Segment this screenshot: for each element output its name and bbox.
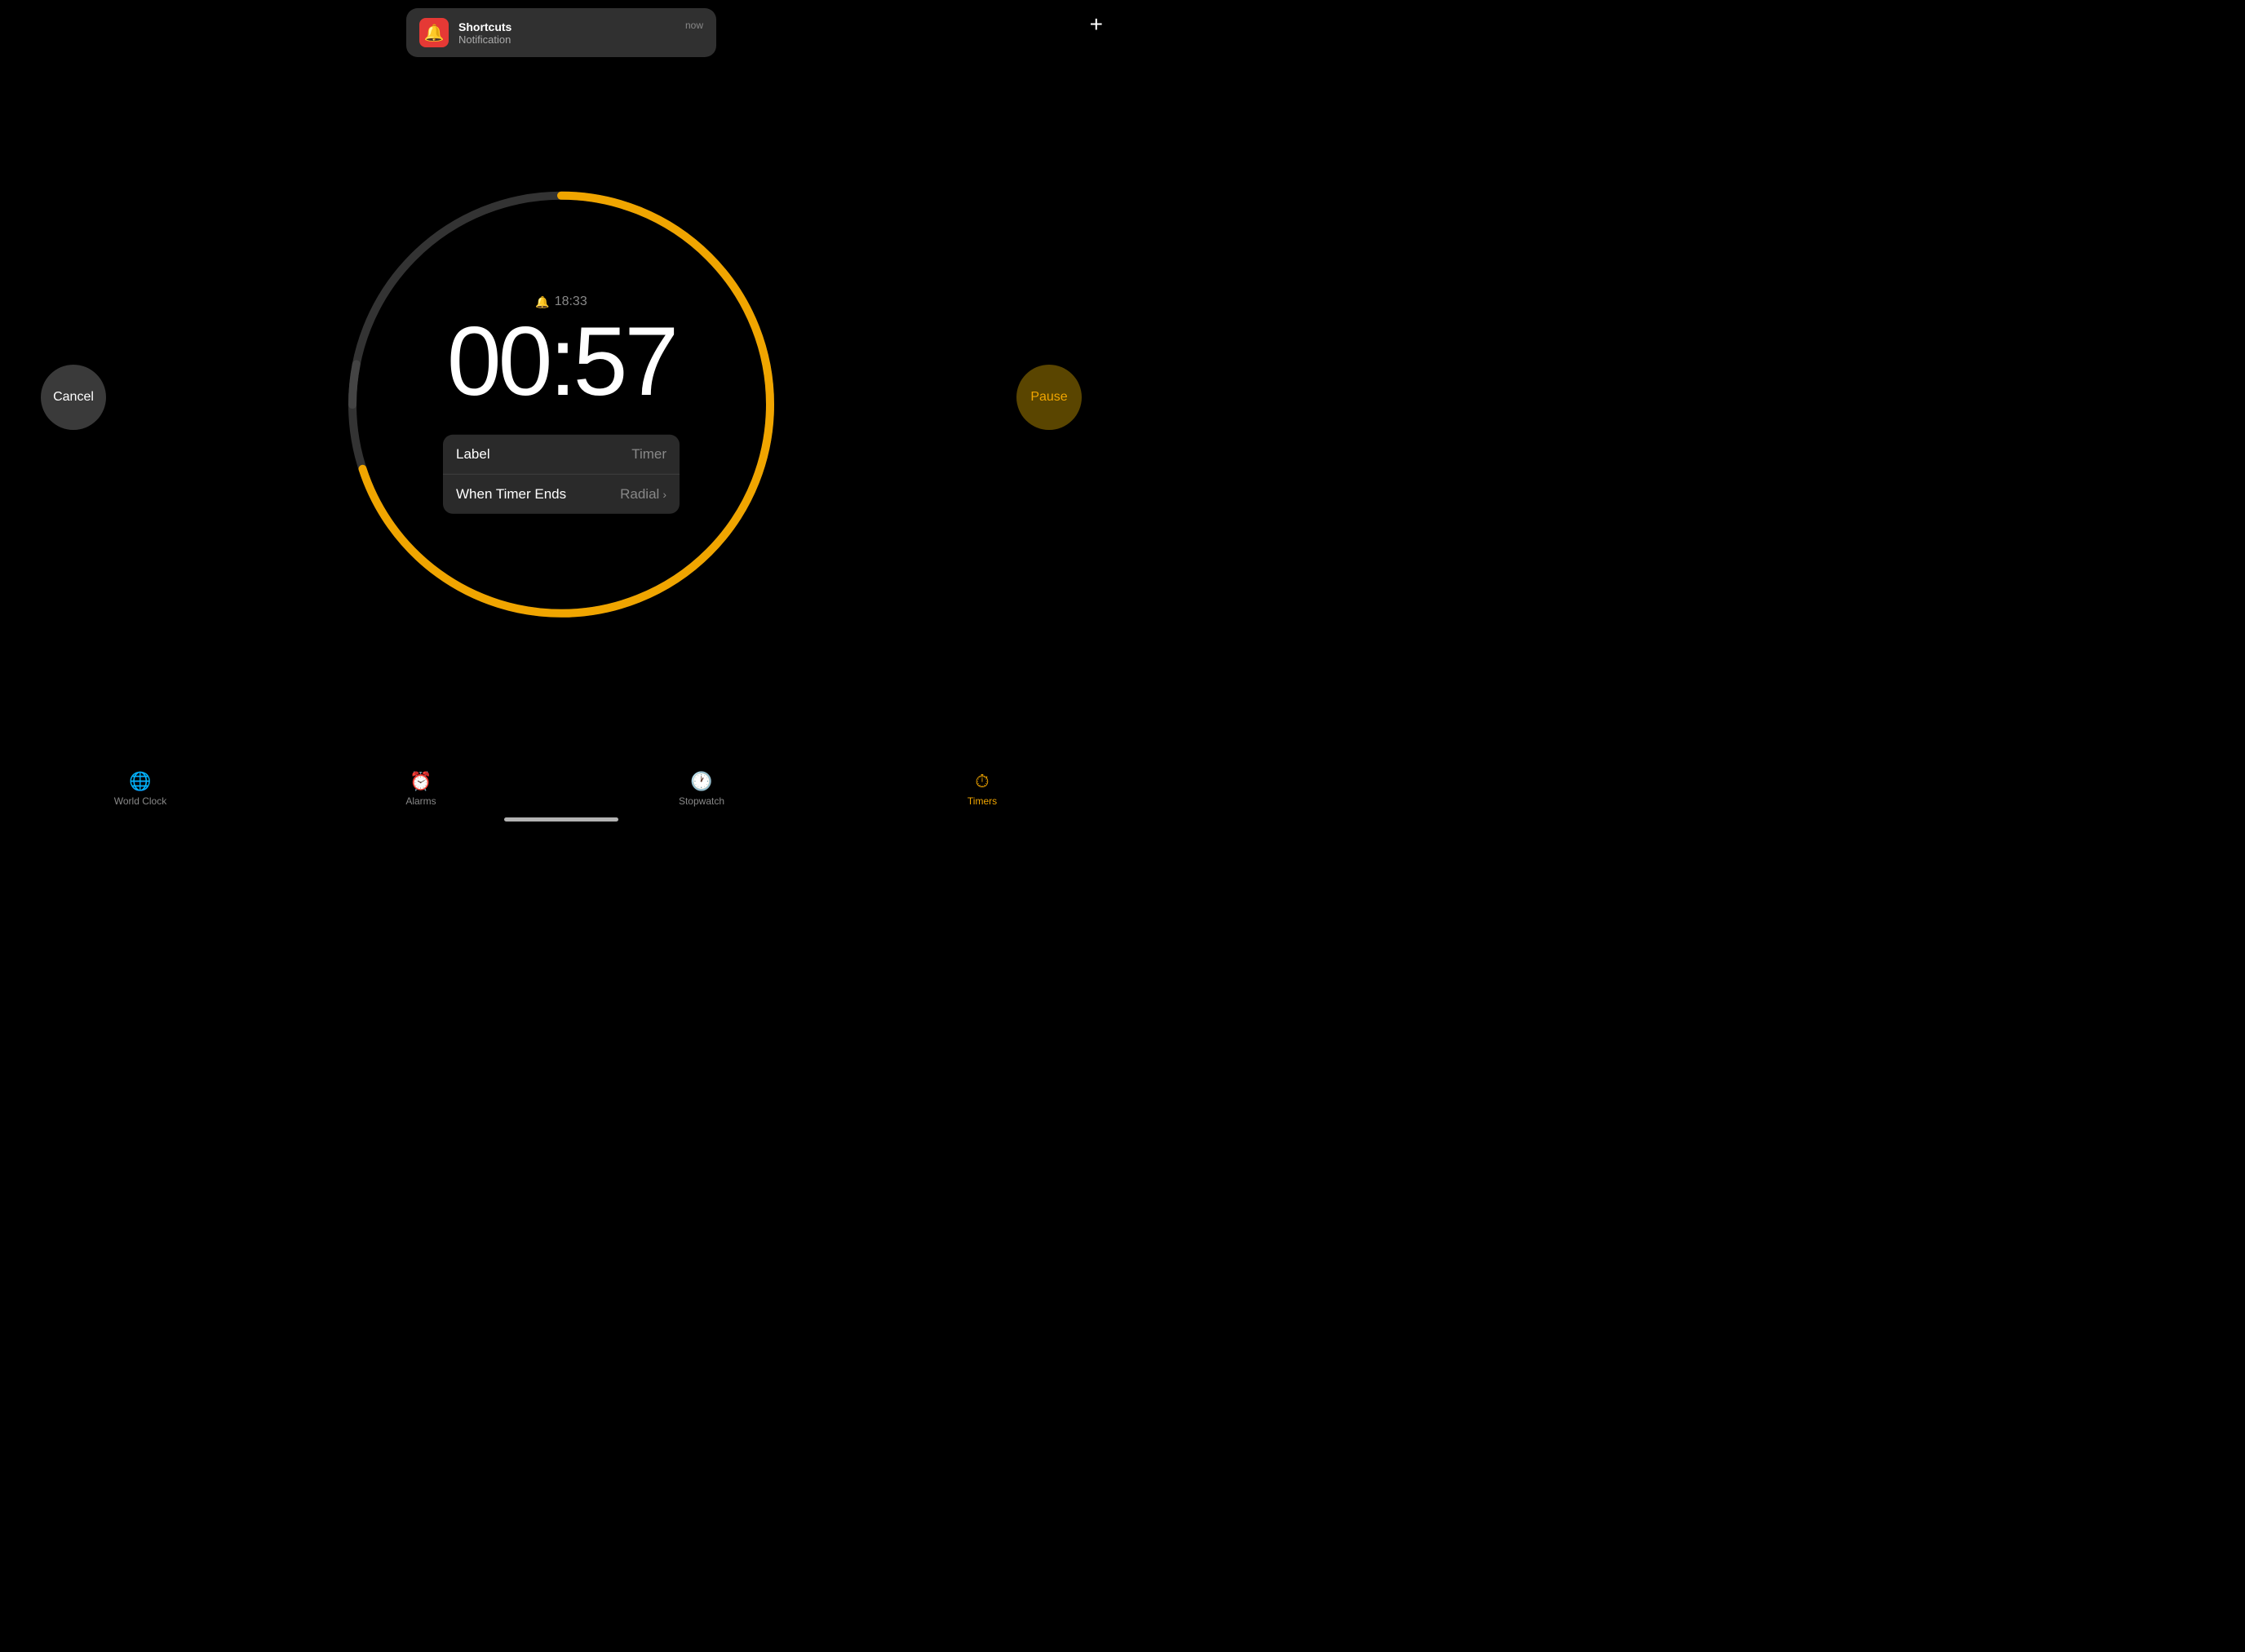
timer-display: 00:57 <box>447 312 675 410</box>
notification-app-icon: 🔔 <box>419 18 449 47</box>
world-clock-label: World Clock <box>114 795 166 807</box>
tab-world-clock[interactable]: 🌐 World Clock <box>108 771 173 807</box>
notification-subtitle: Notification <box>458 33 675 46</box>
tab-timers[interactable]: ⏱ Timers <box>950 771 1015 807</box>
stopwatch-icon: 🕐 <box>690 771 712 792</box>
add-timer-button[interactable]: + <box>1090 13 1103 36</box>
timers-icon: ⏱ <box>975 771 989 792</box>
cancel-button[interactable]: Cancel <box>41 365 106 430</box>
timer-inner-content: 🔔 18:33 00:57 Label Timer When Timer End… <box>333 175 790 632</box>
label-row[interactable]: Label Timer <box>443 435 680 474</box>
timers-label: Timers <box>968 795 997 807</box>
stopwatch-label: Stopwatch <box>679 795 724 807</box>
tab-alarms[interactable]: ⏰ Alarms <box>388 771 454 807</box>
notification-content: Shortcuts Notification <box>458 20 675 46</box>
notification-time: now <box>685 20 703 31</box>
notification-title: Shortcuts <box>458 20 675 33</box>
pause-button[interactable]: Pause <box>1016 365 1082 430</box>
alarms-icon: ⏰ <box>410 771 432 792</box>
tab-stopwatch[interactable]: 🕐 Stopwatch <box>669 771 734 807</box>
chevron-right-icon: › <box>662 488 666 501</box>
label-value: Timer <box>631 446 666 463</box>
label-key: Label <box>456 446 490 463</box>
timer-info-card: Label Timer When Timer Ends Radial › <box>443 435 680 514</box>
world-clock-icon: 🌐 <box>129 771 151 792</box>
home-indicator <box>504 817 618 822</box>
when-timer-ends-row[interactable]: When Timer Ends Radial › <box>443 474 680 514</box>
alarms-label: Alarms <box>405 795 436 807</box>
when-timer-ends-key: When Timer Ends <box>456 486 566 503</box>
notification-banner[interactable]: 🔔 Shortcuts Notification now <box>406 8 716 57</box>
when-timer-ends-value: Radial › <box>620 486 666 503</box>
tab-bar: 🌐 World Clock ⏰ Alarms 🕐 Stopwatch ⏱ Tim… <box>0 761 1122 826</box>
timer-circle-container: 🔔 18:33 00:57 Label Timer When Timer End… <box>333 175 790 632</box>
